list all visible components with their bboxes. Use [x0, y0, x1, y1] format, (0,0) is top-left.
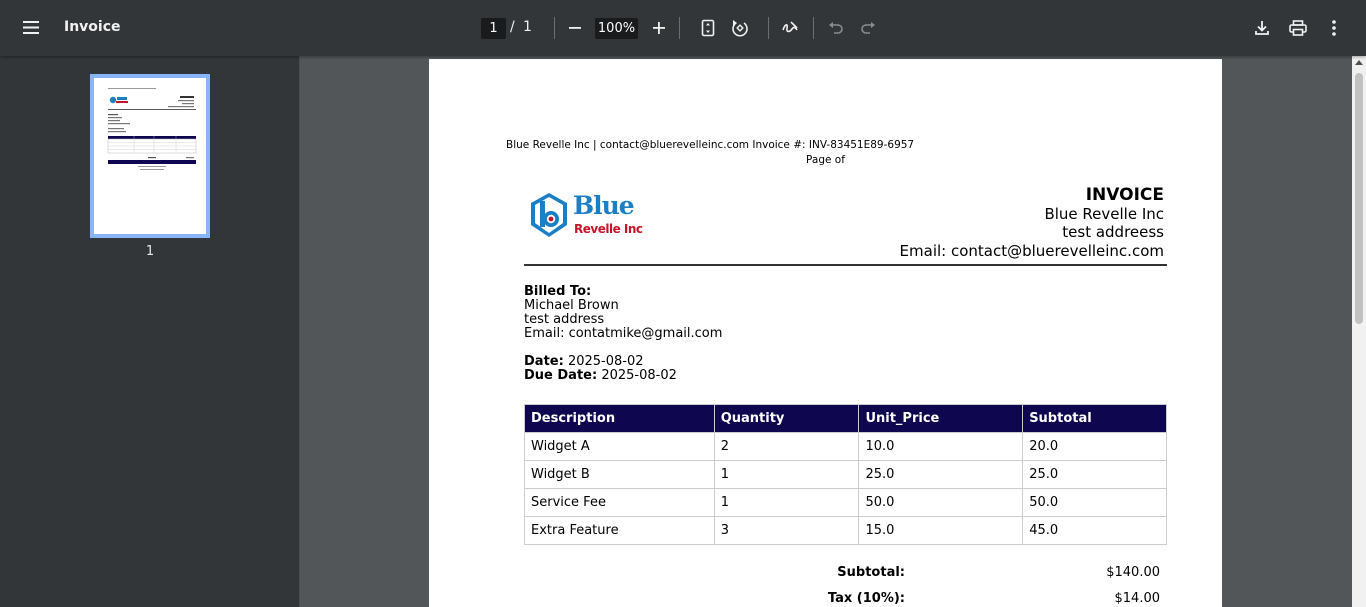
thumbnail-page-number: 1 — [145, 244, 155, 259]
client-address: test address — [524, 312, 605, 327]
pdf-page: Blue Revelle Inc | contact@bluerevellein… — [429, 59, 1222, 607]
company-logo: Blue Revelle Inc — [527, 191, 643, 243]
fit-page-icon[interactable] — [692, 12, 724, 44]
client-name: Michael Brown — [524, 298, 619, 313]
page-number-input[interactable]: 1 — [481, 18, 506, 39]
more-options-icon[interactable] — [1318, 12, 1350, 44]
totals-section: Subtotal: $140.00 Tax (10%): $14.00 — [759, 565, 1169, 607]
subtotal-value: $140.00 — [1106, 565, 1160, 580]
table-cell: Widget B — [524, 460, 715, 489]
toolbar-divider — [679, 17, 680, 39]
tax-value: $14.00 — [1114, 591, 1161, 606]
page-thumbnail[interactable] — [90, 74, 210, 238]
table-cell: 15.0 — [858, 516, 1024, 545]
header-rule — [524, 264, 1167, 266]
table-cell: 50.0 — [858, 488, 1024, 517]
table-cell: 2 — [713, 432, 860, 461]
logo-text-bottom: Revelle Inc — [574, 222, 643, 236]
company-info: INVOICE Blue Revelle Inc test addreess E… — [900, 186, 1164, 260]
company-email: Email: contact@bluerevelleinc.com — [899, 241, 1164, 260]
table-cell: 3 — [713, 516, 860, 545]
table-cell: 20.0 — [1022, 432, 1167, 461]
document-title: Invoice — [64, 19, 121, 35]
menu-icon[interactable] — [16, 12, 48, 44]
table-cell: 10.0 — [858, 432, 1024, 461]
table-cell: 50.0 — [1022, 488, 1167, 517]
table-cell: Widget A — [524, 432, 715, 461]
toolbar-divider — [554, 17, 555, 39]
table-cell: 25.0 — [858, 460, 1024, 489]
line-items-table: Description Quantity Unit_Price Subtotal… — [524, 404, 1167, 545]
subtotal-label: Subtotal: — [837, 565, 905, 580]
column-header: Description — [524, 404, 715, 433]
document-viewer: Blue Revelle Inc | contact@bluerevellein… — [301, 56, 1352, 607]
due-date-label: Due Date: — [524, 368, 598, 383]
table-cell: Extra Feature — [524, 516, 715, 545]
subtotal-row: Subtotal: $140.00 — [759, 565, 1169, 591]
toolbar-divider — [768, 17, 769, 39]
toolbar-divider — [813, 17, 814, 39]
column-header: Unit_Price — [858, 404, 1024, 433]
table-header-row: Description Quantity Unit_Price Subtotal — [524, 404, 1167, 433]
table-row: Service Fee 1 50.0 50.0 — [524, 488, 1167, 517]
invoice-title: INVOICE — [1085, 185, 1164, 205]
billed-to-label: Billed To: — [524, 284, 592, 299]
scrollbar-thumb[interactable] — [1355, 73, 1363, 324]
draw-icon[interactable] — [774, 12, 806, 44]
company-address: test addreess — [1062, 223, 1164, 241]
table-cell: 45.0 — [1022, 516, 1167, 545]
download-icon[interactable] — [1246, 12, 1278, 44]
logo-text-top: Blue — [573, 191, 635, 220]
zoom-input[interactable]: 100% — [595, 18, 638, 39]
table-cell: 1 — [713, 488, 860, 517]
thumbnail-sidebar: 1 — [0, 56, 300, 607]
table-cell: 25.0 — [1022, 460, 1167, 489]
page-counter: Page of — [806, 154, 845, 166]
tax-row: Tax (10%): $14.00 — [759, 591, 1169, 607]
column-header: Quantity — [713, 404, 860, 433]
vertical-scrollbar[interactable] — [1352, 56, 1366, 607]
pdf-toolbar: Invoice 1 / 1 100% — [0, 0, 1366, 56]
running-header: Blue Revelle Inc | contact@bluerevellein… — [506, 139, 915, 151]
table-cell: 1 — [713, 460, 860, 489]
total-pages: 1 — [523, 19, 532, 35]
column-header: Subtotal — [1022, 404, 1167, 433]
company-name: Blue Revelle Inc — [1044, 204, 1164, 223]
tax-label: Tax (10%): — [827, 591, 905, 606]
redo-icon[interactable] — [852, 12, 884, 44]
print-icon[interactable] — [1282, 12, 1314, 44]
client-email: Email: contatmike@gmail.com — [524, 326, 723, 341]
date-value: 2025-08-02 — [567, 354, 644, 369]
undo-icon[interactable] — [820, 12, 852, 44]
table-cell: Service Fee — [524, 488, 715, 517]
date-label: Date: — [524, 354, 564, 369]
zoom-in-icon[interactable] — [643, 12, 675, 44]
billed-to-section: Billed To: Michael Brown test address Em… — [524, 285, 722, 341]
table-row: Extra Feature 3 15.0 45.0 — [524, 516, 1167, 545]
zoom-out-icon[interactable] — [559, 12, 591, 44]
table-row: Widget B 1 25.0 25.0 — [524, 460, 1167, 489]
rotate-icon[interactable] — [724, 12, 756, 44]
table-row: Widget A 2 10.0 20.0 — [524, 432, 1167, 461]
due-date-value: 2025-08-02 — [601, 368, 677, 383]
page-separator: / — [510, 19, 515, 35]
scroll-up-arrow[interactable] — [1355, 60, 1363, 65]
dates-section: Date: 2025-08-02 Due Date: 2025-08-02 — [524, 355, 677, 383]
